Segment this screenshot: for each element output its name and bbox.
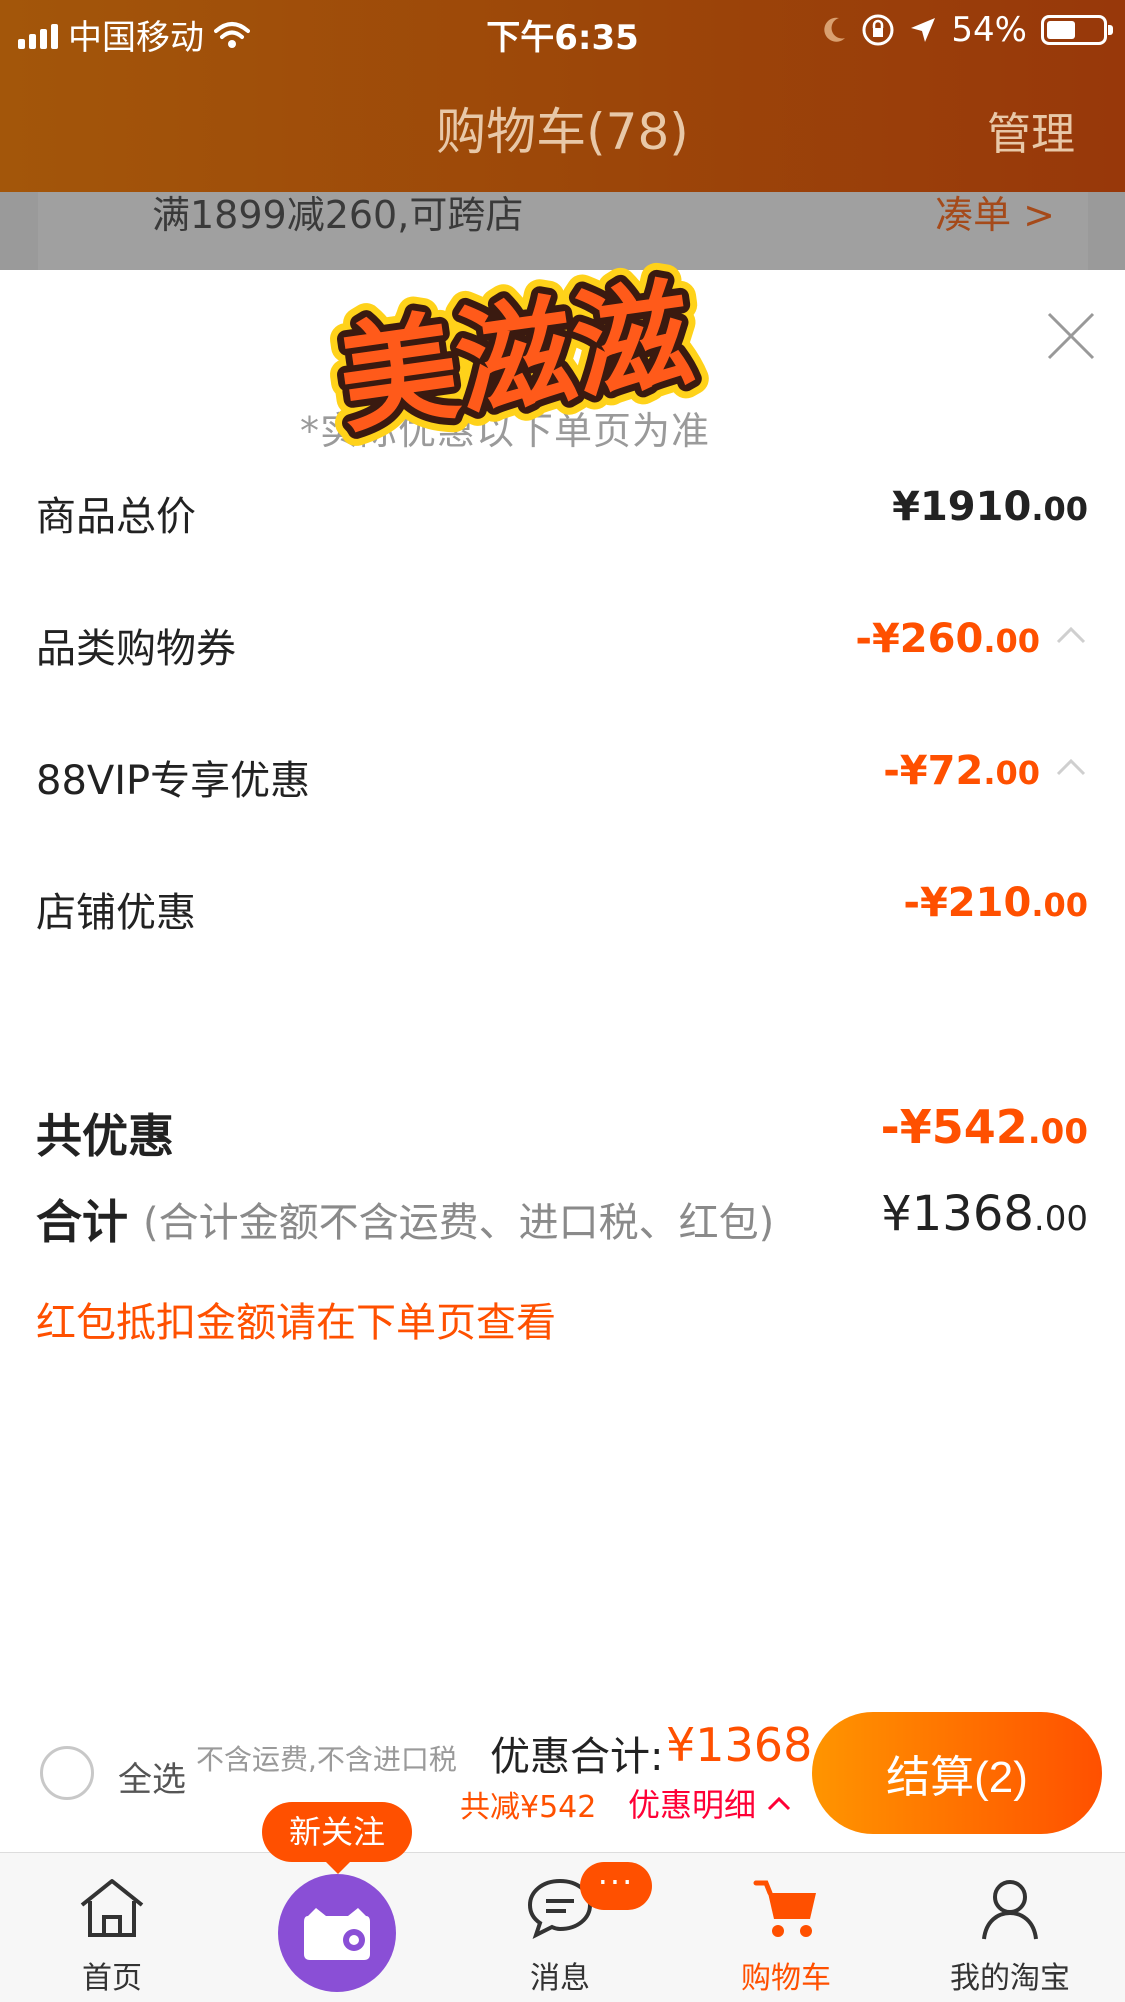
message-badge: ···: [580, 1862, 652, 1910]
tab-label: 消息: [530, 1961, 590, 1996]
total-discount-label: 共优惠: [36, 1109, 174, 1163]
sticker-image: 美滋滋 美滋滋 美滋滋: [317, 250, 715, 464]
sum-note: (合计金额不含运费、进口税、红包): [143, 1200, 775, 1246]
chevron-up-icon[interactable]: [1054, 750, 1088, 784]
select-all-label[interactable]: 全选: [118, 1752, 186, 1801]
tab-cart[interactable]: 购物车: [706, 1853, 866, 2002]
row-total-price: 商品总价 ¥1910.00: [36, 484, 1088, 554]
row-value: -¥210.00: [903, 880, 1088, 926]
redpack-note: 红包抵扣金额请在下单页查看: [36, 1300, 556, 1346]
battery-percent: 54%: [951, 10, 1027, 50]
saved-amount: 共减¥542: [460, 1790, 597, 1825]
row-label: 品类购物券: [36, 626, 236, 672]
discount-total-value: ¥1368: [666, 1718, 813, 1772]
promo-text: 满1899减260,可跨店: [152, 193, 524, 237]
manage-button[interactable]: 管理: [987, 98, 1075, 162]
tab-label: 首页: [82, 1961, 142, 1996]
tab-home[interactable]: 首页: [32, 1853, 192, 2002]
rotation-lock-icon: [861, 13, 895, 47]
camera-icon: [304, 1908, 370, 1960]
row-value: -¥260.00: [855, 616, 1088, 662]
cart-icon: [753, 1880, 816, 1937]
exclusions-note: 不含运费,不含进口税: [196, 1743, 457, 1776]
row-label: 店铺优惠: [36, 890, 196, 936]
row-shop-discount: 店铺优惠 -¥210.00: [36, 880, 1088, 950]
battery-icon: [1041, 15, 1113, 45]
page-title: 购物车(78): [436, 103, 689, 161]
chevron-up-icon[interactable]: [1054, 618, 1088, 652]
checkout-bar: 全选 不含运费,不含进口税 优惠合计: ¥1368 共减¥542 优惠明细 结算…: [0, 1700, 1125, 1846]
discount-detail-label: 优惠明细: [628, 1786, 757, 1824]
promo-link[interactable]: 凑单 >: [935, 184, 1055, 239]
new-follow-bubble[interactable]: 新关注: [262, 1802, 412, 1874]
checkout-button[interactable]: 结算(2): [812, 1712, 1102, 1834]
sum-value: ¥1368.00: [881, 1186, 1088, 1242]
tab-bar: 首页 消息 购物车 我的淘宝: [0, 1852, 1125, 2002]
row-value: -¥72.00: [883, 748, 1088, 794]
user-icon: [982, 1880, 1038, 1940]
select-all-checkbox[interactable]: [40, 1746, 94, 1800]
tab-my-taobao[interactable]: 我的淘宝: [930, 1853, 1090, 2002]
row-category-coupon[interactable]: 品类购物券 -¥260.00: [36, 616, 1088, 686]
moon-icon: [821, 16, 847, 44]
row-value: ¥1910.00: [892, 484, 1088, 530]
discount-detail-toggle[interactable]: 优惠明细: [628, 1780, 792, 1826]
home-icon: [80, 1879, 144, 1937]
row-label: 商品总价: [36, 494, 196, 540]
row-88vip-discount[interactable]: 88VIP专享优惠 -¥72.00: [36, 748, 1088, 818]
close-icon[interactable]: [1045, 310, 1097, 362]
sum-label: 合计: [36, 1195, 128, 1249]
top-bar: 中国移动 下午6:35 54% 购物车(78) 管理: [0, 0, 1125, 192]
status-bar: 中国移动 下午6:35 54%: [0, 0, 1125, 64]
row-label: 88VIP专享优惠: [36, 758, 311, 804]
total-discount-value: -¥542.00: [880, 1100, 1088, 1154]
location-icon: [909, 16, 937, 44]
tab-camera[interactable]: [278, 1874, 396, 1992]
discount-total-label: 优惠合计:: [490, 1734, 664, 1780]
sticker-text: 美滋滋: [331, 264, 701, 450]
tab-label: 我的淘宝: [950, 1961, 1070, 1996]
tab-label: 购物车: [741, 1961, 831, 1996]
chevron-up-icon: [767, 1796, 791, 1811]
